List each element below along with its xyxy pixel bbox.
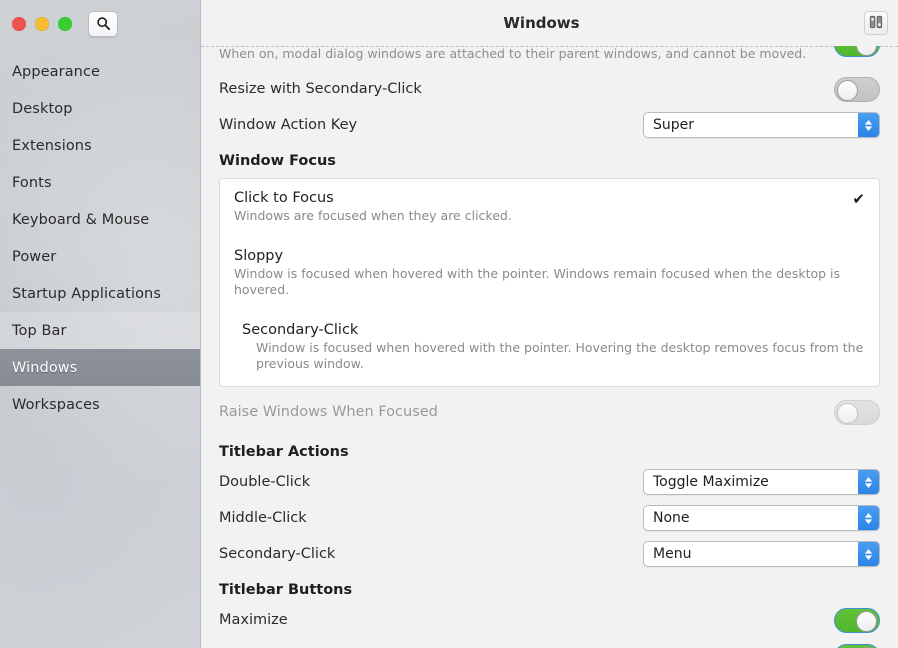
- focus-option-title: Sloppy: [234, 248, 284, 264]
- chevron-updown-icon: [858, 470, 879, 494]
- chevron-updown-icon: [858, 113, 879, 137]
- focus-option-description: Window is focused when hovered with the …: [256, 340, 864, 371]
- titlebar-secondary-click-row: Secondary-Click Menu: [219, 539, 880, 569]
- raise-windows-when-focused-toggle[interactable]: [834, 399, 880, 425]
- focus-option-description: Window is focused when hovered with the …: [234, 266, 841, 297]
- resize-with-secondary-click-row: Resize with Secondary-Click: [219, 74, 880, 104]
- close-window-button[interactable]: [12, 16, 26, 31]
- sidebar-item-startup-applications[interactable]: Startup Applications: [0, 275, 200, 312]
- window-focus-heading: Window Focus: [219, 153, 336, 169]
- toggle-knob: [856, 610, 877, 632]
- sidebar-item-desktop[interactable]: Desktop: [0, 90, 200, 127]
- resize-with-secondary-click-toggle[interactable]: [834, 76, 880, 102]
- maximize-window-button[interactable]: [58, 16, 72, 31]
- middle-click-value: None: [653, 510, 690, 526]
- titlebar-secondary-click-label: Secondary-Click: [219, 546, 336, 562]
- window-controls-bar: [0, 0, 200, 47]
- double-click-value: Toggle Maximize: [653, 474, 769, 490]
- sidebar-item-fonts[interactable]: Fonts: [0, 164, 200, 201]
- sidebar-item-top-bar[interactable]: Top Bar: [0, 312, 200, 349]
- titlebar-actions-heading: Titlebar Actions: [219, 444, 349, 460]
- raise-windows-when-focused-label: Raise Windows When Focused: [219, 404, 438, 420]
- sidebar-item-label: Top Bar: [12, 322, 67, 339]
- checkmark-icon: ✔: [852, 190, 865, 208]
- window-action-key-value: Super: [653, 117, 695, 133]
- search-icon: [96, 16, 111, 31]
- minimize-window-button[interactable]: [35, 16, 49, 31]
- focus-option-sloppy[interactable]: Sloppy Window is focused when hovered wi…: [220, 235, 879, 309]
- main-panel: Windows When on, modal dialog windows ar…: [201, 0, 898, 648]
- settings-content: When on, modal dialog windows are attach…: [201, 46, 898, 648]
- titlebar-secondary-click-select[interactable]: Menu: [643, 541, 880, 567]
- sidebar-item-label: Startup Applications: [12, 285, 161, 302]
- chevron-updown-icon: [858, 506, 879, 530]
- sidebar-item-label: Power: [12, 248, 57, 265]
- sidebar-item-label: Windows: [12, 359, 78, 376]
- main-titlebar: Windows: [201, 0, 898, 46]
- sidebar-item-keyboard-mouse[interactable]: Keyboard & Mouse: [0, 201, 200, 238]
- maximize-toggle[interactable]: [834, 607, 880, 633]
- sidebar-item-label: Workspaces: [12, 396, 100, 413]
- sidebar-nav: Appearance Desktop Extensions Fonts Keyb…: [0, 47, 200, 423]
- switches-icon: [869, 14, 883, 33]
- raise-windows-when-focused-row: Raise Windows When Focused: [219, 397, 880, 427]
- maximize-label: Maximize: [219, 612, 288, 628]
- sidebar-item-label: Fonts: [12, 174, 52, 191]
- window-action-key-label: Window Action Key: [219, 117, 358, 133]
- attach-modal-dialogs-row: When on, modal dialog windows are attach…: [219, 46, 880, 68]
- window-focus-options: Click to Focus Windows are focused when …: [219, 178, 880, 387]
- switches-icon-button[interactable]: [864, 11, 888, 35]
- settings-window: Appearance Desktop Extensions Fonts Keyb…: [0, 0, 898, 648]
- sidebar-item-label: Extensions: [12, 137, 92, 154]
- search-button[interactable]: [88, 10, 118, 37]
- sidebar-item-label: Desktop: [12, 100, 73, 117]
- focus-option-title: Secondary-Click: [242, 322, 359, 338]
- sidebar-item-windows[interactable]: Windows: [0, 349, 200, 386]
- maximize-row: Maximize: [219, 605, 880, 635]
- sidebar: Appearance Desktop Extensions Fonts Keyb…: [0, 0, 201, 648]
- window-action-key-row: Window Action Key Super: [219, 110, 880, 140]
- sidebar-item-appearance[interactable]: Appearance: [0, 53, 200, 90]
- toggle-knob: [856, 46, 877, 56]
- focus-option-description: Windows are focused when they are clicke…: [234, 208, 512, 223]
- sidebar-item-label: Keyboard & Mouse: [12, 211, 150, 228]
- focus-option-secondary-click[interactable]: Secondary-Click Window is focused when h…: [220, 309, 879, 386]
- middle-click-row: Middle-Click None: [219, 503, 880, 533]
- sidebar-item-power[interactable]: Power: [0, 238, 200, 275]
- focus-option-click-to-focus[interactable]: Click to Focus Windows are focused when …: [220, 179, 879, 235]
- sidebar-item-label: Appearance: [12, 63, 101, 80]
- middle-click-label: Middle-Click: [219, 510, 307, 526]
- double-click-label: Double-Click: [219, 474, 311, 490]
- titlebar-secondary-click-value: Menu: [653, 546, 692, 562]
- attach-modal-dialogs-description: When on, modal dialog windows are attach…: [219, 46, 807, 61]
- page-title: Windows: [503, 14, 580, 32]
- toggle-knob: [837, 402, 858, 424]
- sidebar-item-workspaces[interactable]: Workspaces: [0, 386, 200, 423]
- minimize-row: Minimize: [219, 641, 880, 648]
- double-click-select[interactable]: Toggle Maximize: [643, 469, 880, 495]
- middle-click-select[interactable]: None: [643, 505, 880, 531]
- double-click-row: Double-Click Toggle Maximize: [219, 467, 880, 497]
- focus-option-title: Click to Focus: [234, 190, 334, 206]
- attach-modal-dialogs-toggle[interactable]: [834, 46, 880, 57]
- window-action-key-select[interactable]: Super: [643, 112, 880, 138]
- sidebar-item-extensions[interactable]: Extensions: [0, 127, 200, 164]
- chevron-updown-icon: [858, 542, 879, 566]
- toggle-knob: [837, 79, 858, 101]
- titlebar-buttons-heading: Titlebar Buttons: [219, 582, 353, 598]
- resize-with-secondary-click-label: Resize with Secondary-Click: [219, 81, 422, 97]
- minimize-toggle[interactable]: [834, 643, 880, 648]
